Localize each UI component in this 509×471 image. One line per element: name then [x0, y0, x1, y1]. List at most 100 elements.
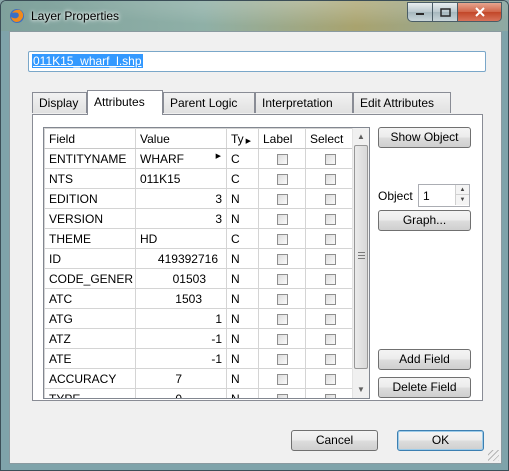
- cell-select[interactable]: [305, 148, 355, 169]
- cell-label[interactable]: [258, 328, 306, 349]
- cell-label[interactable]: [258, 268, 306, 289]
- cell-label[interactable]: [258, 148, 306, 169]
- select-checkbox[interactable]: [324, 273, 336, 285]
- show-object-button[interactable]: Show Object: [378, 127, 471, 148]
- table-row[interactable]: ATG 1 N: [44, 308, 355, 329]
- cell-select[interactable]: [305, 368, 355, 389]
- tab-attributes[interactable]: Attributes: [87, 90, 163, 115]
- label-checkbox[interactable]: [276, 173, 288, 185]
- title-bar[interactable]: Layer Properties: [1, 1, 508, 31]
- cell-value[interactable]: 01503: [135, 268, 227, 289]
- cell-value[interactable]: 7: [135, 368, 227, 389]
- label-checkbox[interactable]: [276, 153, 288, 165]
- select-checkbox[interactable]: [324, 313, 336, 325]
- grid-vertical-scrollbar[interactable]: ▲ ▼: [352, 128, 369, 398]
- layer-filename-field[interactable]: 011K15_wharf_l.shp: [28, 51, 486, 72]
- table-row[interactable]: THEME HD C: [44, 228, 355, 249]
- table-row[interactable]: NTS 011K15 C: [44, 168, 355, 189]
- tab-display[interactable]: Display: [32, 92, 87, 113]
- select-checkbox[interactable]: [324, 393, 336, 398]
- cell-label[interactable]: [258, 208, 306, 229]
- column-header-label[interactable]: Label: [258, 128, 306, 149]
- cell-select[interactable]: [305, 248, 355, 269]
- cell-select[interactable]: [305, 268, 355, 289]
- label-checkbox[interactable]: [276, 273, 288, 285]
- close-button[interactable]: [458, 2, 502, 22]
- minimize-button[interactable]: [407, 2, 433, 22]
- label-checkbox[interactable]: [276, 213, 288, 225]
- label-checkbox[interactable]: [276, 333, 288, 345]
- table-row[interactable]: EDITION 3 N: [44, 188, 355, 209]
- cell-select[interactable]: [305, 228, 355, 249]
- cell-label[interactable]: [258, 368, 306, 389]
- cell-select[interactable]: [305, 388, 355, 398]
- cell-select[interactable]: [305, 208, 355, 229]
- cell-value[interactable]: -1: [135, 328, 227, 349]
- column-header-select[interactable]: Select: [305, 128, 355, 149]
- select-checkbox[interactable]: [324, 333, 336, 345]
- table-row[interactable]: ID 419392716 N: [44, 248, 355, 269]
- cell-label[interactable]: [258, 348, 306, 369]
- tab-edit-attributes[interactable]: Edit Attributes: [353, 92, 451, 113]
- tab-parent-logic[interactable]: Parent Logic: [163, 92, 255, 113]
- cell-select[interactable]: [305, 288, 355, 309]
- cell-value[interactable]: 1503: [135, 288, 227, 309]
- maximize-button[interactable]: [433, 2, 458, 22]
- label-checkbox[interactable]: [276, 393, 288, 398]
- scroll-down-arrow-icon[interactable]: ▼: [353, 381, 369, 398]
- attributes-grid[interactable]: Field Value Ty ▶ Label Select ENTITYNAME …: [43, 127, 370, 399]
- column-header-type[interactable]: Ty ▶: [226, 128, 259, 149]
- scroll-up-arrow-icon[interactable]: ▲: [353, 128, 369, 145]
- resize-grip-icon[interactable]: [488, 450, 499, 461]
- cell-value[interactable]: 0: [135, 388, 227, 398]
- cell-label[interactable]: [258, 308, 306, 329]
- graph-button[interactable]: Graph...: [378, 210, 471, 231]
- table-row[interactable]: VERSION 3 N: [44, 208, 355, 229]
- select-checkbox[interactable]: [324, 373, 336, 385]
- select-checkbox[interactable]: [324, 253, 336, 265]
- column-header-value[interactable]: Value: [135, 128, 227, 149]
- cell-value[interactable]: 3: [135, 208, 227, 229]
- delete-field-button[interactable]: Delete Field: [378, 377, 471, 398]
- cell-value[interactable]: -1: [135, 348, 227, 369]
- cell-value[interactable]: HD: [135, 228, 227, 249]
- table-row[interactable]: ENTITYNAME WHARF ▶ C: [44, 148, 355, 169]
- cell-select[interactable]: [305, 168, 355, 189]
- cell-value[interactable]: 011K15: [135, 168, 227, 189]
- select-checkbox[interactable]: [324, 353, 336, 365]
- cell-value[interactable]: 3: [135, 188, 227, 209]
- label-checkbox[interactable]: [276, 353, 288, 365]
- select-checkbox[interactable]: [324, 233, 336, 245]
- cell-label[interactable]: [258, 168, 306, 189]
- cell-label[interactable]: [258, 288, 306, 309]
- cancel-button[interactable]: Cancel: [291, 430, 378, 451]
- cell-more-arrow-icon[interactable]: ▶: [216, 152, 221, 160]
- spinner-up-arrow-icon[interactable]: ▲: [455, 185, 469, 195]
- label-checkbox[interactable]: [276, 253, 288, 265]
- scrollbar-thumb[interactable]: [354, 145, 368, 369]
- table-row[interactable]: ATE -1 N: [44, 348, 355, 369]
- object-spinner[interactable]: 1 ▲ ▼: [418, 184, 470, 207]
- spinner-down-arrow-icon[interactable]: ▼: [455, 195, 469, 205]
- label-checkbox[interactable]: [276, 193, 288, 205]
- cell-label[interactable]: [258, 228, 306, 249]
- table-row[interactable]: ACCURACY 7 N: [44, 368, 355, 389]
- cell-label[interactable]: [258, 388, 306, 398]
- select-checkbox[interactable]: [324, 293, 336, 305]
- label-checkbox[interactable]: [276, 313, 288, 325]
- add-field-button[interactable]: Add Field: [378, 349, 471, 370]
- table-row[interactable]: ATZ -1 N: [44, 328, 355, 349]
- table-row[interactable]: TYPE 0 N: [44, 388, 355, 398]
- column-header-field[interactable]: Field: [44, 128, 136, 149]
- cell-value[interactable]: 1: [135, 308, 227, 329]
- label-checkbox[interactable]: [276, 233, 288, 245]
- cell-select[interactable]: [305, 308, 355, 329]
- cell-select[interactable]: [305, 188, 355, 209]
- table-row[interactable]: CODE_GENER 01503 N: [44, 268, 355, 289]
- select-checkbox[interactable]: [324, 193, 336, 205]
- tab-interpretation[interactable]: Interpretation: [255, 92, 353, 113]
- cell-value[interactable]: 419392716: [135, 248, 227, 269]
- table-row[interactable]: ATC 1503 N: [44, 288, 355, 309]
- select-checkbox[interactable]: [324, 173, 336, 185]
- label-checkbox[interactable]: [276, 293, 288, 305]
